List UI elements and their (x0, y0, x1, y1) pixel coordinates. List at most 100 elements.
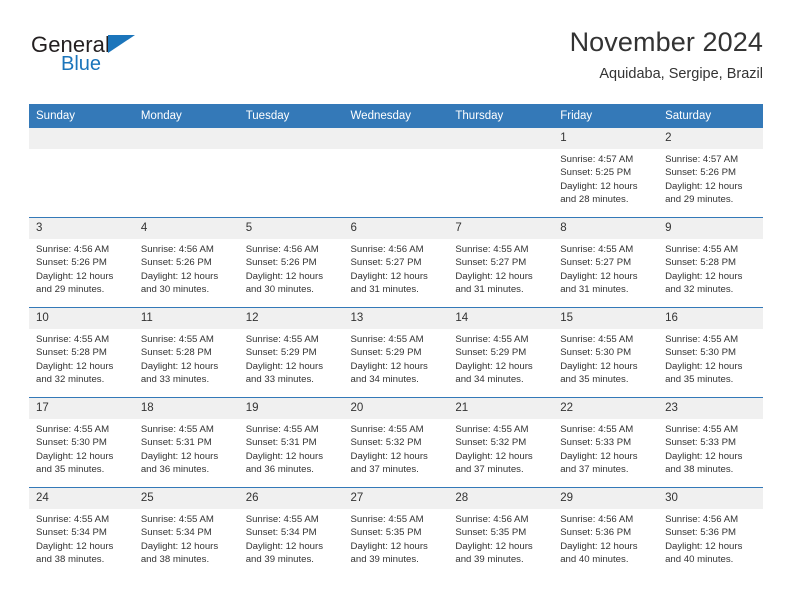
day-info: Sunrise: 4:55 AM Sunset: 5:33 PM Daylight:… (553, 419, 658, 477)
sunset-text: Sunset: 5:34 PM (245, 527, 317, 539)
sunrise-text: Sunrise: 4:55 AM (560, 424, 634, 435)
calendar-day-cell[interactable]: 5 Sunrise: 4:56 AM Sunset: 5:26 PM Daylight… (238, 217, 344, 308)
sunset-text: Sunset: 5:35 PM (455, 527, 527, 539)
day-number: 16 (658, 308, 763, 329)
day-number: 26 (238, 488, 344, 509)
calendar-day-cell[interactable]: 9 Sunrise: 4:55 AM Sunset: 5:28 PM Daylight… (658, 217, 763, 308)
calendar-day-cell-empty (343, 128, 449, 218)
day-number: 13 (343, 308, 449, 329)
day-number (448, 128, 554, 149)
calendar-day-cell[interactable]: 21 Sunrise: 4:55 AM Sunset: 5:32 PM Dayligh… (448, 397, 554, 488)
sunset-text: Sunset: 5:30 PM (560, 347, 632, 359)
general-blue-logo[interactable]: General Blue (29, 32, 259, 92)
calendar-day-cell[interactable]: 22 Sunrise: 4:55 AM Sunset: 5:33 PM Dayligh… (553, 397, 659, 488)
sunset-text: Sunset: 5:33 PM (560, 437, 632, 449)
sunrise-text: Sunrise: 4:55 AM (245, 424, 319, 435)
calendar-day-cell[interactable]: 17 Sunrise: 4:55 AM Sunset: 5:30 PM Dayligh… (29, 397, 134, 488)
day-info: Sunrise: 4:56 AM Sunset: 5:26 PM Daylight:… (134, 239, 239, 297)
sunrise-text: Sunrise: 4:55 AM (455, 424, 529, 435)
page-title: November 2024 (569, 27, 763, 57)
calendar-day-cell[interactable]: 23 Sunrise: 4:55 AM Sunset: 5:33 PM Dayligh… (658, 397, 763, 488)
sunset-text: Sunset: 5:28 PM (665, 257, 736, 269)
day-info: Sunrise: 4:55 AM Sunset: 5:34 PM Daylight:… (134, 509, 239, 567)
sunrise-text: Sunrise: 4:56 AM (560, 514, 634, 525)
day-number: 12 (238, 308, 344, 329)
calendar-day-cell[interactable]: 27 Sunrise: 4:55 AM Sunset: 5:35 PM Dayligh… (343, 487, 449, 577)
calendar-day-cell[interactable]: 11 Sunrise: 4:55 AM Sunset: 5:28 PM Dayligh… (133, 307, 239, 398)
sunrise-text: Sunrise: 4:55 AM (350, 424, 424, 435)
daylight-text: Daylight: 12 hours and 40 minutes. (560, 540, 638, 566)
sunset-text: Sunset: 5:29 PM (455, 347, 527, 359)
day-number: 29 (553, 488, 659, 509)
day-info: Sunrise: 4:55 AM Sunset: 5:29 PM Daylight:… (448, 329, 553, 387)
calendar-day-cell[interactable]: 26 Sunrise: 4:55 AM Sunset: 5:34 PM Dayligh… (238, 487, 344, 577)
calendar-day-cell[interactable]: 24 Sunrise: 4:55 AM Sunset: 5:34 PM Dayligh… (29, 487, 134, 577)
sunrise-text: Sunrise: 4:55 AM (140, 334, 214, 345)
day-info: Sunrise: 4:55 AM Sunset: 5:29 PM Daylight:… (239, 329, 344, 387)
calendar-day-cell[interactable]: 6 Sunrise: 4:56 AM Sunset: 5:27 PM Daylight… (343, 217, 449, 308)
calendar-day-cell[interactable]: 13 Sunrise: 4:55 AM Sunset: 5:29 PM Dayligh… (343, 307, 449, 398)
day-info: Sunrise: 4:55 AM Sunset: 5:30 PM Daylight:… (658, 329, 763, 387)
day-info: Sunrise: 4:55 AM Sunset: 5:33 PM Daylight:… (658, 419, 763, 477)
sunset-text: Sunset: 5:26 PM (36, 257, 107, 269)
day-number: 14 (448, 308, 554, 329)
daylight-text: Daylight: 12 hours and 34 minutes. (350, 360, 428, 386)
calendar-day-cell[interactable]: 7 Sunrise: 4:55 AM Sunset: 5:27 PM Daylight… (448, 217, 554, 308)
daylight-text: Daylight: 12 hours and 32 minutes. (665, 270, 743, 296)
calendar-day-cell[interactable]: 29 Sunrise: 4:56 AM Sunset: 5:36 PM Dayligh… (553, 487, 659, 577)
calendar-day-cell[interactable]: 12 Sunrise: 4:55 AM Sunset: 5:29 PM Dayligh… (238, 307, 344, 398)
daylight-text: Daylight: 12 hours and 38 minutes. (36, 540, 114, 566)
sunset-text: Sunset: 5:35 PM (350, 527, 422, 539)
sunrise-text: Sunrise: 4:55 AM (665, 334, 739, 345)
calendar-day-cell-empty (448, 128, 554, 218)
calendar-day-cell[interactable]: 25 Sunrise: 4:55 AM Sunset: 5:34 PM Dayligh… (133, 487, 239, 577)
day-info: Sunrise: 4:55 AM Sunset: 5:34 PM Daylight:… (239, 509, 344, 567)
calendar-day-cell[interactable]: 28 Sunrise: 4:56 AM Sunset: 5:35 PM Dayligh… (448, 487, 554, 577)
sunset-text: Sunset: 5:26 PM (665, 167, 736, 179)
sunrise-text: Sunrise: 4:56 AM (36, 244, 110, 255)
sunrise-text: Sunrise: 4:55 AM (245, 514, 319, 525)
day-number: 6 (343, 218, 449, 239)
calendar-day-cell[interactable]: 2 Sunrise: 4:57 AM Sunset: 5:26 PM Daylight… (658, 128, 763, 218)
logo-text-blue: Blue (61, 53, 102, 75)
location-subtitle: Aquidaba, Sergipe, Brazil (599, 66, 763, 82)
sunrise-text: Sunrise: 4:55 AM (36, 424, 110, 435)
calendar-day-cell[interactable]: 14 Sunrise: 4:55 AM Sunset: 5:29 PM Dayligh… (448, 307, 554, 398)
day-number: 1 (553, 128, 659, 149)
day-info: Sunrise: 4:56 AM Sunset: 5:26 PM Daylight:… (29, 239, 134, 297)
day-info: Sunrise: 4:55 AM Sunset: 5:30 PM Daylight:… (29, 419, 134, 477)
calendar-day-cell[interactable]: 20 Sunrise: 4:55 AM Sunset: 5:32 PM Dayligh… (343, 397, 449, 488)
sunset-text: Sunset: 5:26 PM (245, 257, 317, 269)
daylight-text: Daylight: 12 hours and 35 minutes. (560, 360, 638, 386)
title-block: November 2024 Aquidaba, Sergipe, Brazil (570, 26, 763, 83)
day-number: 3 (29, 218, 134, 239)
daylight-text: Daylight: 12 hours and 31 minutes. (560, 270, 638, 296)
logo-triangle-icon (108, 35, 135, 53)
daylight-text: Daylight: 12 hours and 33 minutes. (245, 360, 324, 386)
calendar-day-cell[interactable]: 4 Sunrise: 4:56 AM Sunset: 5:26 PM Daylight… (133, 217, 239, 308)
day-info: Sunrise: 4:55 AM Sunset: 5:30 PM Daylight:… (553, 329, 658, 387)
sunrise-text: Sunrise: 4:55 AM (36, 334, 110, 345)
calendar-day-cell[interactable]: 1 Sunrise: 4:57 AM Sunset: 5:25 PM Daylight… (553, 128, 659, 218)
daylight-text: Daylight: 12 hours and 39 minutes. (245, 540, 324, 566)
day-info: Sunrise: 4:55 AM Sunset: 5:32 PM Daylight:… (344, 419, 449, 477)
calendar-day-cell[interactable]: 15 Sunrise: 4:55 AM Sunset: 5:30 PM Dayligh… (553, 307, 659, 398)
sunset-text: Sunset: 5:34 PM (140, 527, 212, 539)
day-number: 30 (658, 488, 763, 509)
calendar-day-cell[interactable]: 30 Sunrise: 4:56 AM Sunset: 5:36 PM Dayligh… (658, 487, 763, 577)
calendar-day-cell[interactable]: 8 Sunrise: 4:55 AM Sunset: 5:27 PM Daylight… (553, 217, 659, 308)
sunset-text: Sunset: 5:31 PM (140, 437, 212, 449)
calendar-day-cell[interactable]: 3 Sunrise: 4:56 AM Sunset: 5:26 PM Daylight… (29, 217, 134, 308)
day-number: 25 (133, 488, 239, 509)
calendar-day-cell[interactable]: 19 Sunrise: 4:55 AM Sunset: 5:31 PM Dayligh… (238, 397, 344, 488)
calendar-day-cell[interactable]: 16 Sunrise: 4:55 AM Sunset: 5:30 PM Dayligh… (658, 307, 763, 398)
calendar-day-cell[interactable]: 10 Sunrise: 4:55 AM Sunset: 5:28 PM Dayligh… (29, 307, 134, 398)
sunset-text: Sunset: 5:30 PM (36, 437, 107, 449)
sunset-text: Sunset: 5:34 PM (36, 527, 107, 539)
calendar-week-row: 3 Sunrise: 4:56 AM Sunset: 5:26 PM Daylight… (29, 217, 763, 308)
sunset-text: Sunset: 5:26 PM (140, 257, 212, 269)
daylight-text: Daylight: 12 hours and 36 minutes. (140, 450, 219, 476)
calendar-day-cell[interactable]: 18 Sunrise: 4:55 AM Sunset: 5:31 PM Dayligh… (133, 397, 239, 488)
sunrise-text: Sunrise: 4:55 AM (560, 334, 634, 345)
day-number: 23 (658, 398, 763, 419)
